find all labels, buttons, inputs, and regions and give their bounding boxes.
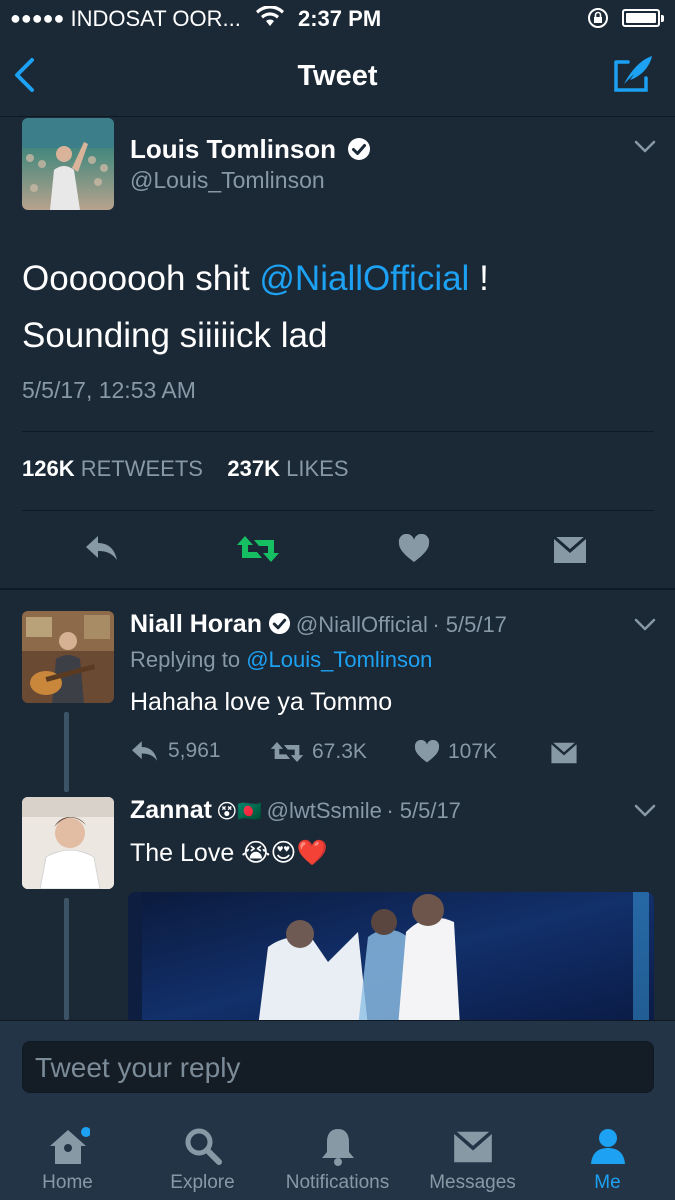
tab-me[interactable]: Me (540, 1104, 675, 1200)
reply-action-reply[interactable]: 5,961 (130, 738, 221, 764)
heart-icon (414, 740, 440, 763)
reply-text: The Love 😭😍❤️ (130, 839, 328, 867)
thread-line (64, 712, 69, 792)
video-thumbnail (128, 892, 654, 1027)
author-handle[interactable]: @Louis_Tomlinson (130, 167, 325, 194)
reply-icon (132, 741, 158, 761)
replying-to: Replying to @Louis_Tomlinson (130, 647, 433, 672)
reply-author-handle[interactable]: @NiallOfficial (296, 612, 428, 637)
author-name[interactable]: Louis Tomlinson (130, 134, 371, 165)
verified-badge-icon (269, 612, 291, 635)
verified-badge-icon (348, 138, 371, 160)
retweet-button[interactable] (236, 534, 280, 569)
reply-button[interactable] (84, 532, 120, 569)
home-icon (49, 1127, 90, 1164)
status-bar: ●●●●● INDOSAT OOR... 2:37 PM (0, 0, 675, 38)
heart-icon (398, 533, 430, 562)
reply-action-retweet[interactable]: 67.3K (270, 740, 367, 764)
divider (22, 510, 654, 511)
reply-avatar[interactable] (22, 797, 114, 889)
tweet-timestamp: 5/5/17, 12:53 AM (22, 377, 196, 403)
signal-strength-icon: ●●●●● (10, 8, 65, 28)
envelope-icon (452, 1130, 493, 1163)
tweet-menu-chevron-down-icon[interactable] (634, 140, 656, 159)
reply-input-placeholder: Tweet your reply (35, 1052, 241, 1083)
divider (22, 431, 654, 432)
carrier: ●●●●● INDOSAT OOR... (10, 6, 241, 32)
like-button[interactable] (398, 533, 430, 569)
replying-to-link[interactable]: @Louis_Tomlinson (246, 647, 432, 672)
reply-media-video[interactable] (128, 892, 654, 1027)
reply-author-name[interactable]: Niall Horan (130, 610, 262, 638)
rotation-lock-icon (586, 6, 610, 36)
tab-messages[interactable]: Messages (405, 1104, 540, 1200)
likes-count[interactable]: 237K LIKES (227, 456, 348, 481)
reply-header: Zannat 😵🇧🇩 @lwtSsmile · 5/5/17 (130, 796, 461, 825)
carrier-name: INDOSAT OOR... (70, 6, 241, 31)
wifi-icon (256, 5, 284, 34)
thread-line (64, 898, 69, 1020)
reply-text-emoji: 😭😍❤️ (241, 839, 328, 867)
bell-icon (321, 1129, 354, 1166)
reply-icon (86, 536, 117, 560)
search-icon (185, 1128, 222, 1165)
clock: 2:37 PM (298, 6, 382, 31)
retweet-icon (270, 741, 304, 763)
reply-action-message[interactable] (550, 741, 578, 769)
reply-date: · 5/5/17 (386, 798, 461, 823)
envelope-icon (550, 741, 578, 764)
engagement-counts: 126K RETWEETS 237K LIKES (22, 456, 349, 482)
tweet-text: Oooooooh shit @NiallOfficial ! Sounding … (22, 259, 489, 355)
reply-author-name[interactable]: Zannat (130, 796, 212, 824)
person-icon (590, 1129, 625, 1164)
reply-date: · 5/5/17 (432, 612, 507, 637)
battery-icon (622, 9, 664, 27)
reply-menu-chevron-down-icon[interactable] (634, 618, 656, 637)
reply-header: Niall Horan @NiallOfficial · 5/5/17 (130, 610, 507, 639)
envelope-icon (553, 535, 587, 563)
author-avatar[interactable] (22, 118, 114, 210)
reply-author-handle[interactable]: @lwtSsmile (267, 798, 382, 823)
section-separator (0, 588, 675, 590)
tab-explore[interactable]: Explore (135, 1104, 270, 1200)
reply-menu-chevron-down-icon[interactable] (634, 804, 656, 823)
retweets-count[interactable]: 126K RETWEETS (22, 456, 203, 481)
compose-tweet-button[interactable] (612, 52, 656, 99)
reply-avatar[interactable] (22, 611, 114, 703)
compose-icon (614, 56, 652, 92)
tab-bar: Home Explore Notifications Messages Me (0, 1104, 675, 1200)
mention-link[interactable]: @NiallOfficial (259, 259, 469, 298)
page-title: Tweet (297, 60, 378, 92)
reply-text: Hahaha love ya Tommo (130, 688, 393, 716)
tab-notifications[interactable]: Notifications (270, 1104, 405, 1200)
tab-home[interactable]: Home (0, 1104, 135, 1200)
retweet-icon (237, 536, 279, 562)
direct-message-button[interactable] (553, 535, 587, 569)
reply-input[interactable]: Tweet your reply (22, 1041, 654, 1093)
reply-action-like[interactable]: 107K (414, 740, 497, 764)
reply-author-name-emoji: 😵🇧🇩 (216, 801, 263, 823)
